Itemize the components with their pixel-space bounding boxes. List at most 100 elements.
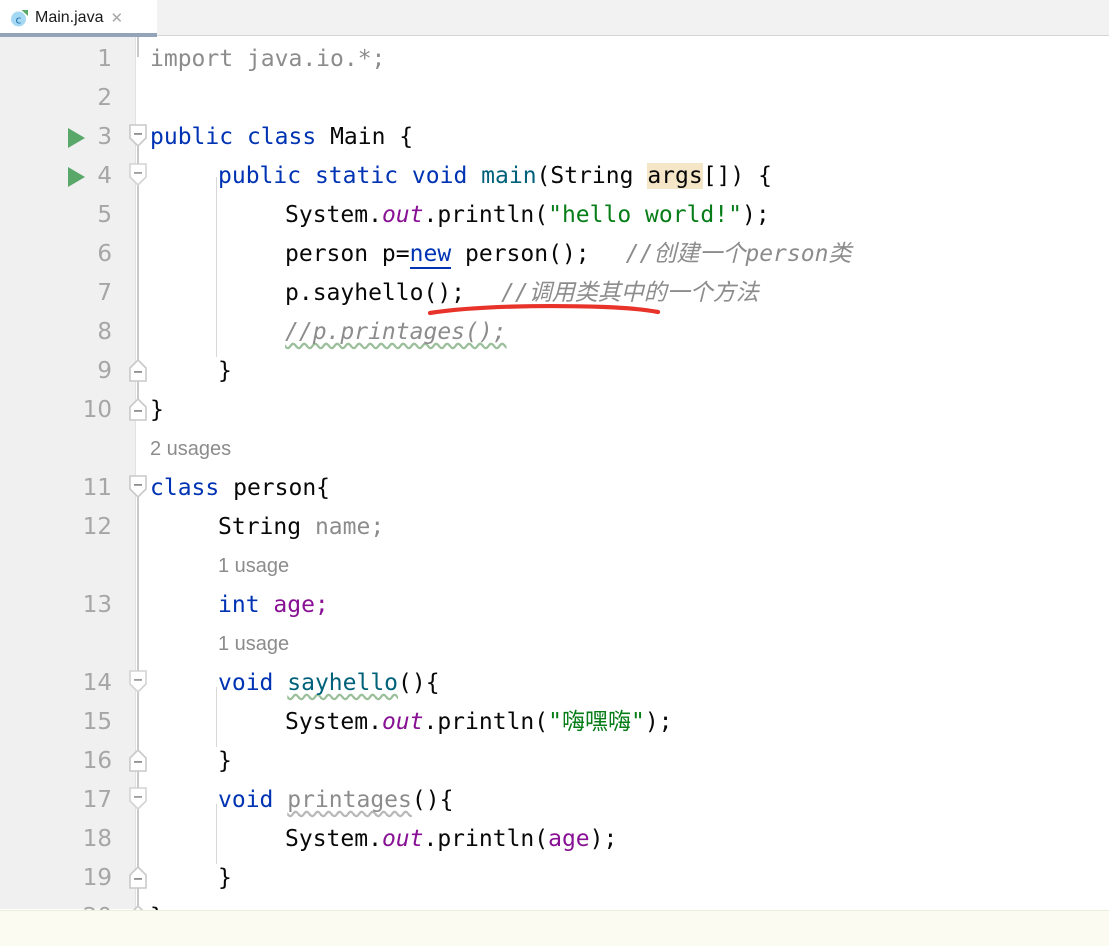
code-line-16[interactable]: } [218, 742, 232, 781]
line-row: 15 System.out.println("嗨嘿嗨"); [0, 703, 1109, 742]
line-row: 1 import java.io.*; [0, 40, 1109, 79]
token-person-decl: person p= [285, 241, 410, 267]
line-number: 7 [97, 280, 112, 306]
tab-label: Main.java [35, 9, 104, 26]
code-editor[interactable]: 1 import java.io.*; 2 3 public class Mai… [0, 37, 1109, 946]
code-line-14[interactable]: void sayhello(){ [218, 664, 440, 703]
token-field-out: out [381, 826, 424, 852]
line-number: 16 [82, 748, 112, 774]
token-method-printages-unused: printages [287, 787, 412, 813]
line-row: 18 System.out.println(age); [0, 820, 1109, 859]
line-row: 16 } [0, 742, 1109, 781]
token-field-out: out [381, 709, 424, 735]
line-row: 11 class person{ [0, 469, 1109, 508]
line-number: 13 [82, 592, 112, 618]
code-line-6[interactable]: person p=new person(); //创建一个person类 [285, 235, 851, 274]
token-keyword-public: public [150, 124, 234, 150]
token-field-age: age; [259, 592, 329, 618]
code-line-12[interactable]: String name; [218, 508, 384, 547]
line-row: 19 } [0, 859, 1109, 898]
token-paren: (String [536, 163, 648, 189]
token-system: System. [285, 826, 382, 852]
line-row: 9 } [0, 352, 1109, 391]
line-number: 1 [97, 46, 112, 72]
line-row: 2 [0, 79, 1109, 118]
close-icon[interactable]: ✕ [110, 11, 123, 26]
token-keyword-static: static [314, 163, 399, 189]
line-row: 5 System.out.println("hello world!"); [0, 196, 1109, 235]
token-tail: []) { [702, 163, 772, 189]
code-line-7[interactable]: p.sayhello(); //调用类其中的一个方法 [285, 274, 759, 313]
line-number: 17 [82, 787, 112, 813]
token-field-name-unused: name; [314, 514, 385, 540]
token-field-age: age [548, 826, 590, 852]
token-println: .println( [423, 826, 549, 852]
token-println: .println( [423, 709, 549, 735]
code-line-8-commented-out[interactable]: //p.printages(); [285, 313, 507, 352]
inlay-hint-row: 2 usages [0, 430, 1109, 469]
inlay-hint-usage-sayhello[interactable]: 1 usage [218, 625, 289, 664]
java-class-run-icon: c [10, 9, 29, 28]
token-println: .println( [423, 202, 549, 228]
token-tail: ); [644, 709, 673, 735]
code-line-17[interactable]: void printages(){ [218, 781, 453, 820]
code-line-3[interactable]: public class Main { [150, 118, 413, 157]
code-line-9[interactable]: } [218, 352, 232, 391]
line-number: 3 [97, 124, 112, 150]
line-row: 3 public class Main { [0, 118, 1109, 157]
line-row: 14 void sayhello(){ [0, 664, 1109, 703]
token-string-chinese: "嗨嘿嗨" [548, 709, 645, 735]
line-number: 18 [82, 826, 112, 852]
line-number: 4 [97, 163, 112, 189]
inlay-hint-row: 1 usage [0, 625, 1109, 664]
inlay-hint-usages[interactable]: 2 usages [150, 430, 231, 469]
token-keyword-new[interactable]: new [409, 241, 452, 269]
token-keyword-public: public [218, 163, 302, 189]
code-line-11[interactable]: class person{ [150, 469, 330, 508]
code-line-10[interactable]: } [150, 391, 164, 430]
token-system: System. [285, 202, 382, 228]
line-number: 9 [97, 358, 112, 384]
token-keyword-class: class [246, 124, 317, 150]
inlay-hint-row: 1 usage [0, 547, 1109, 586]
editor-tab-bar: c Main.java ✕ [0, 0, 1109, 37]
line-row: 13 int age; [0, 586, 1109, 625]
inlay-hint-usage-age[interactable]: 1 usage [218, 547, 289, 586]
code-line-15[interactable]: System.out.println("嗨嘿嗨"); [285, 703, 673, 742]
code-line-1[interactable]: import java.io.*; [150, 40, 385, 79]
token-type-string: String [218, 514, 315, 540]
line-number: 6 [97, 241, 112, 267]
line-number: 2 [97, 85, 112, 111]
token-comment-create-person: //创建一个person类 [625, 241, 852, 267]
token-keyword-void: void [218, 787, 274, 813]
token-method-main: main [481, 163, 537, 189]
line-row: 17 void printages(){ [0, 781, 1109, 820]
line-number: 8 [97, 319, 112, 345]
token-comment-call-method: //调用类其中的一个方法 [501, 280, 759, 306]
line-number: 15 [82, 709, 112, 735]
line-row: 4 public static void main(String args[])… [0, 157, 1109, 196]
token-keyword-int: int [218, 592, 260, 618]
tab-main-java[interactable]: c Main.java ✕ [0, 0, 157, 36]
code-line-18[interactable]: System.out.println(age); [285, 820, 617, 859]
token-keyword-void: void [218, 670, 274, 696]
line-number: 10 [82, 397, 112, 423]
code-line-19[interactable]: } [218, 859, 232, 898]
code-line-5[interactable]: System.out.println("hello world!"); [285, 196, 770, 235]
token-class-name: Main { [330, 124, 414, 150]
token-param-args-highlighted: args [647, 163, 703, 189]
token-tail: (){ [411, 787, 454, 813]
line-number: 19 [82, 865, 112, 891]
token-keyword-void: void [411, 163, 468, 189]
line-number: 11 [82, 475, 112, 501]
code-line-13[interactable]: int age; [218, 586, 329, 625]
code-line-4[interactable]: public static void main(String args[]) { [218, 157, 772, 196]
token-system: System. [285, 709, 382, 735]
line-row: 10 } [0, 391, 1109, 430]
token-method-call-sayhello: p.sayhello(); [285, 280, 466, 306]
token-tail: ); [741, 202, 770, 228]
